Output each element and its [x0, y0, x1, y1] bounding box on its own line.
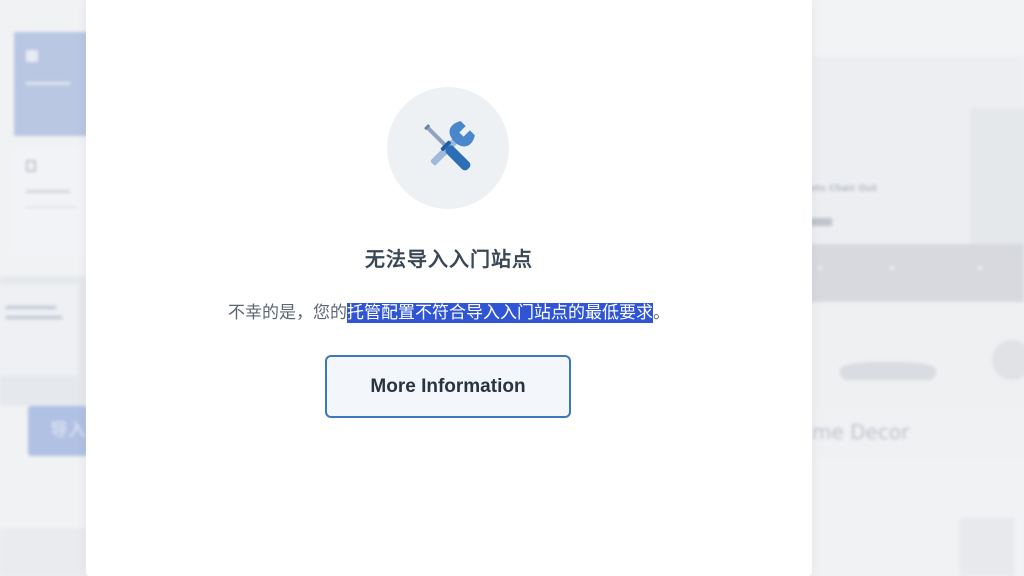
background-blue-card [14, 32, 94, 136]
import-error-dialog: 无法导入入门站点 不幸的是，您的托管配置不符合导入入门站点的最低要求。 More… [86, 0, 812, 576]
background-left-bottom [0, 528, 86, 576]
background-right-bottom [810, 458, 1024, 576]
background-gray-card [14, 146, 94, 256]
icon-circle [387, 87, 509, 209]
background-right-header [810, 0, 1024, 56]
more-information-button[interactable]: More Information [325, 355, 571, 418]
background-hero-text: ets Chair Out [810, 184, 877, 194]
dialog-message: 不幸的是，您的托管配置不符合导入入门站点的最低要求。 [86, 298, 812, 323]
background-import-button: 导入 [28, 406, 88, 456]
message-suffix: 。 [653, 303, 670, 323]
message-prefix: 不幸的是，您的 [228, 303, 347, 323]
background-right-hero: ets Chair Out [810, 56, 1024, 244]
background-right-band [810, 244, 1024, 302]
background-decor-text: me Decor [812, 420, 910, 444]
background-right-products [810, 302, 1024, 408]
dialog-title: 无法导入入门站点 [365, 247, 533, 271]
tools-icon [424, 121, 475, 171]
message-selected-text: 托管配置不符合导入入门站点的最低要求 [347, 303, 653, 323]
background-chair-image [970, 108, 1024, 244]
background-band-card [0, 284, 78, 376]
